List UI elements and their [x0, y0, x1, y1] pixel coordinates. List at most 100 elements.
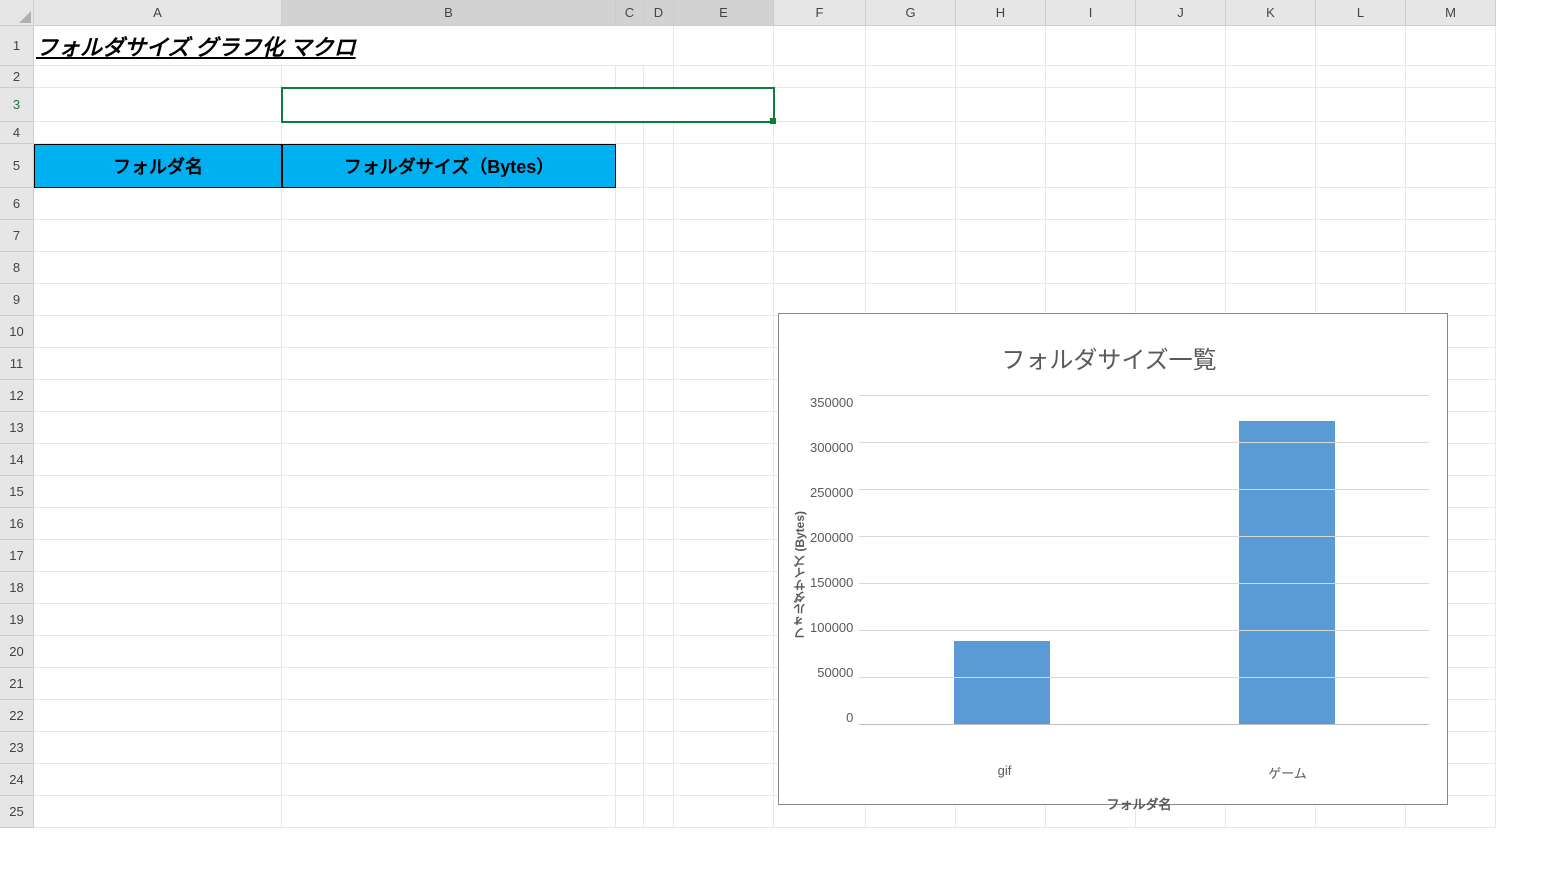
cell-B10[interactable] [282, 316, 616, 348]
cell-D15[interactable] [644, 476, 674, 508]
cell-G2[interactable] [866, 66, 956, 88]
cell-A9[interactable] [34, 284, 282, 316]
cell-J3[interactable] [1136, 88, 1226, 122]
cell-A20[interactable] [34, 636, 282, 668]
cell-M2[interactable] [1406, 66, 1496, 88]
cell-C19[interactable] [616, 604, 644, 636]
cell-A3[interactable] [34, 88, 282, 122]
cell-H5[interactable] [956, 144, 1046, 188]
cell-D24[interactable] [644, 764, 674, 796]
row-header-18[interactable]: 18 [0, 572, 34, 604]
cell-E14[interactable] [674, 444, 774, 476]
cell-L2[interactable] [1316, 66, 1406, 88]
cell-F5[interactable] [774, 144, 866, 188]
row-header-11[interactable]: 11 [0, 348, 34, 380]
row-header-10[interactable]: 10 [0, 316, 34, 348]
cell-H6[interactable] [956, 188, 1046, 220]
cell-I4[interactable] [1046, 122, 1136, 144]
cell-G1[interactable] [866, 26, 956, 66]
cell-H2[interactable] [956, 66, 1046, 88]
cell-K5[interactable] [1226, 144, 1316, 188]
row-header-2[interactable]: 2 [0, 66, 34, 88]
cell-M6[interactable] [1406, 188, 1496, 220]
cell-K7[interactable] [1226, 220, 1316, 252]
cell-I9[interactable] [1046, 284, 1136, 316]
cell-B17[interactable] [282, 540, 616, 572]
cell-E22[interactable] [674, 700, 774, 732]
column-header-M[interactable]: M [1406, 0, 1496, 26]
row-header-25[interactable]: 25 [0, 796, 34, 828]
cell-E4[interactable] [674, 122, 774, 144]
cell-L7[interactable] [1316, 220, 1406, 252]
cell-E16[interactable] [674, 508, 774, 540]
cell-G3[interactable] [866, 88, 956, 122]
column-header-C[interactable]: C [616, 0, 644, 26]
row-header-14[interactable]: 14 [0, 444, 34, 476]
row-header-5[interactable]: 5 [0, 144, 34, 188]
cell-F7[interactable] [774, 220, 866, 252]
cell-C22[interactable] [616, 700, 644, 732]
cell-A17[interactable] [34, 540, 282, 572]
cell-A23[interactable] [34, 732, 282, 764]
cell-A21[interactable] [34, 668, 282, 700]
cell-C24[interactable] [616, 764, 644, 796]
cell-A19[interactable] [34, 604, 282, 636]
cell-L8[interactable] [1316, 252, 1406, 284]
cell-E8[interactable] [674, 252, 774, 284]
cell-L6[interactable] [1316, 188, 1406, 220]
cell-B11[interactable] [282, 348, 616, 380]
cell-B12[interactable] [282, 380, 616, 412]
cell-D19[interactable] [644, 604, 674, 636]
cell-C5[interactable] [616, 144, 644, 188]
column-header-J[interactable]: J [1136, 0, 1226, 26]
cell-K6[interactable] [1226, 188, 1316, 220]
row-header-13[interactable]: 13 [0, 412, 34, 444]
cell-G4[interactable] [866, 122, 956, 144]
bar-ゲーム[interactable] [1239, 421, 1335, 724]
cell-D5[interactable] [644, 144, 674, 188]
cell-F2[interactable] [774, 66, 866, 88]
cell-H4[interactable] [956, 122, 1046, 144]
cell-J1[interactable] [1136, 26, 1226, 66]
cell-D17[interactable] [644, 540, 674, 572]
cell-H8[interactable] [956, 252, 1046, 284]
cell-G7[interactable] [866, 220, 956, 252]
select-all-corner[interactable] [0, 0, 34, 26]
cell-B25[interactable] [282, 796, 616, 828]
bar-gif[interactable] [954, 641, 1050, 724]
cell-I5[interactable] [1046, 144, 1136, 188]
cell-F3[interactable] [774, 88, 866, 122]
cell-E9[interactable] [674, 284, 774, 316]
cell-D21[interactable] [644, 668, 674, 700]
cell-B7[interactable] [282, 220, 616, 252]
column-header-L[interactable]: L [1316, 0, 1406, 26]
cell-D9[interactable] [644, 284, 674, 316]
cell-M8[interactable] [1406, 252, 1496, 284]
cell-I3[interactable] [1046, 88, 1136, 122]
column-header-B[interactable]: B [282, 0, 616, 26]
cell-C17[interactable] [616, 540, 644, 572]
cell-K9[interactable] [1226, 284, 1316, 316]
cell-I1[interactable] [1046, 26, 1136, 66]
column-header-A[interactable]: A [34, 0, 282, 26]
row-header-1[interactable]: 1 [0, 26, 34, 66]
cell-L4[interactable] [1316, 122, 1406, 144]
cell-E21[interactable] [674, 668, 774, 700]
cell-G8[interactable] [866, 252, 956, 284]
row-header-9[interactable]: 9 [0, 284, 34, 316]
cell-J8[interactable] [1136, 252, 1226, 284]
table-header-size[interactable]: フォルダサイズ（Bytes） [282, 144, 616, 188]
cell-D16[interactable] [644, 508, 674, 540]
cell-A6[interactable] [34, 188, 282, 220]
cell-B4[interactable] [282, 122, 616, 144]
cell-J6[interactable] [1136, 188, 1226, 220]
column-header-H[interactable]: H [956, 0, 1046, 26]
cell-B23[interactable] [282, 732, 616, 764]
cell-J5[interactable] [1136, 144, 1226, 188]
cell-M3[interactable] [1406, 88, 1496, 122]
cell-A11[interactable] [34, 348, 282, 380]
cell-G5[interactable] [866, 144, 956, 188]
cell-I6[interactable] [1046, 188, 1136, 220]
row-header-16[interactable]: 16 [0, 508, 34, 540]
row-header-22[interactable]: 22 [0, 700, 34, 732]
